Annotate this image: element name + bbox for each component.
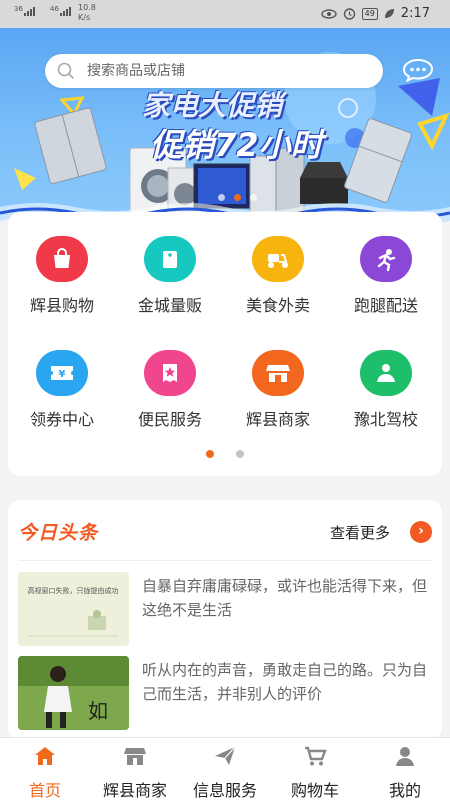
category-label: 辉县购物 (29, 296, 94, 315)
category-label: 金城量贩 (137, 296, 202, 315)
network-type-2: 46 (50, 5, 59, 13)
runner-icon (360, 236, 412, 282)
home-icon (35, 747, 55, 765)
store-icon (252, 350, 304, 396)
news-thumbnail: 如 (18, 656, 129, 730)
tab-label: 辉县商家 (102, 781, 167, 800)
thumb-caption: 如 (88, 699, 108, 723)
promo-title-line1: 家电大促销 (142, 89, 283, 122)
tab-label: 信息服务 (192, 781, 257, 800)
status-right: 49 2:17 (320, 6, 430, 21)
signal-icon-2 (60, 7, 71, 16)
leaf-icon (384, 9, 394, 18)
shop-icon (124, 748, 146, 765)
tab-cart[interactable]: 购物车 (270, 744, 360, 800)
news-item[interactable]: 高视窗口失败，只拢提由成功 自暴自弃庸庸碌碌，或许也能活得下来，但这绝不是生活 (18, 572, 432, 646)
chevron-right-icon[interactable]: › (410, 521, 432, 543)
category-label: 跑腿配送 (353, 296, 418, 315)
network-type-1: 36 (14, 5, 23, 13)
search-bar[interactable] (45, 54, 383, 88)
alarm-icon (343, 8, 355, 20)
tab-label: 首页 (28, 781, 61, 800)
banner-dot-1[interactable] (218, 194, 225, 201)
tab-info-service[interactable]: 信息服务 (180, 744, 270, 800)
status-bar: 36 46 10.8 K/s 49 2:17 (0, 0, 450, 28)
battery-level: 49 (361, 7, 378, 20)
category-item-food[interactable]: 美食外卖 (224, 236, 332, 316)
category-item-services[interactable]: 便民服务 (116, 350, 224, 430)
cart-icon (305, 746, 327, 766)
shopping-bag-icon (36, 236, 88, 282)
divider (18, 560, 432, 561)
tab-merchants[interactable]: 辉县商家 (90, 744, 180, 800)
scooter-icon (252, 236, 304, 282)
category-item-coupons[interactable]: ¥ 领券中心 (8, 350, 116, 430)
price-tag-icon (144, 236, 196, 282)
promo-title-line2: 促销72小时 (150, 126, 323, 164)
star-ticket-icon (144, 350, 196, 396)
search-input[interactable] (87, 63, 347, 79)
news-thumbnail-art: 如 (18, 656, 129, 730)
news-text: 听从内在的声音，勇敢走自己的路。只为自己而生活，并非别人的评价 (142, 661, 428, 703)
category-item-errand[interactable]: 跑腿配送 (332, 236, 440, 316)
news-item[interactable]: 如 听从内在的声音，勇敢走自己的路。只为自己而生活，并非别人的评价 (18, 656, 432, 730)
banner-dot-3[interactable] (250, 194, 257, 201)
category-page-dot-2[interactable] (236, 450, 244, 458)
category-item-driving-school[interactable]: 豫北驾校 (332, 350, 440, 430)
category-label: 领券中心 (29, 410, 94, 429)
category-page-dot-1[interactable] (206, 450, 214, 458)
news-title: 今日头条 (18, 522, 99, 544)
category-item-shopping[interactable]: 辉县购物 (8, 236, 116, 316)
category-label: 辉县商家 (245, 410, 310, 429)
coupon-icon: ¥ (36, 350, 88, 396)
category-label: 豫北驾校 (353, 410, 418, 429)
category-label: 便民服务 (137, 410, 202, 429)
tab-profile[interactable]: 我的 (360, 744, 450, 800)
banner-dot-2[interactable] (234, 194, 241, 201)
chat-bubble-icon[interactable] (402, 58, 434, 82)
user-icon (396, 747, 414, 766)
category-item-jincheng[interactable]: 金城量贩 (116, 236, 224, 316)
app-screen: 36 46 10.8 K/s 49 2:17 家电大促销 促销72小时 搜索商品… (0, 0, 450, 800)
tab-label: 购物车 (290, 781, 339, 800)
svg-text:¥: ¥ (59, 369, 66, 380)
promo-banner[interactable]: 家电大促销 促销72小时 (0, 28, 450, 233)
category-label: 美食外卖 (245, 296, 310, 315)
news-thumbnail-art: 高视窗口失败，只拢提由成功 (18, 572, 129, 646)
paper-plane-icon (215, 746, 236, 765)
bottom-tab-bar: 首页 辉县商家 信息服务 购物车 我的 (0, 737, 450, 800)
driver-icon (360, 350, 412, 396)
category-item-merchants[interactable]: 辉县商家 (224, 350, 332, 430)
clock: 2:17 (400, 6, 430, 21)
network-speed-value: 10.8 (78, 3, 96, 12)
thumb-caption: 高视窗口失败，只拢提由成功 (28, 586, 119, 595)
search-icon (57, 62, 75, 80)
network-speed-unit: K/s (78, 13, 91, 22)
category-grid: 辉县购物 金城量贩 美食外卖 跑腿配送 ¥ 领券中心 便民服务 辉县商家 豫北驾… (8, 212, 442, 476)
view-more-link[interactable]: 查看更多 (330, 522, 390, 543)
signal-icon (24, 7, 35, 16)
news-text: 自暴自弃庸庸碌碌，或许也能活得下来，但这绝不是生活 (142, 577, 428, 619)
network-speed: 10.8 K/s (78, 3, 96, 23)
tab-label: 我的 (388, 781, 421, 800)
news-section: 今日头条 查看更多 › 高视窗口失败，只拢提由成功 自暴自弃庸庸碌碌，或许也能活… (8, 500, 442, 740)
tab-home[interactable]: 首页 (0, 744, 90, 800)
news-thumbnail: 高视窗口失败，只拢提由成功 (18, 572, 129, 646)
eye-icon (320, 8, 337, 19)
